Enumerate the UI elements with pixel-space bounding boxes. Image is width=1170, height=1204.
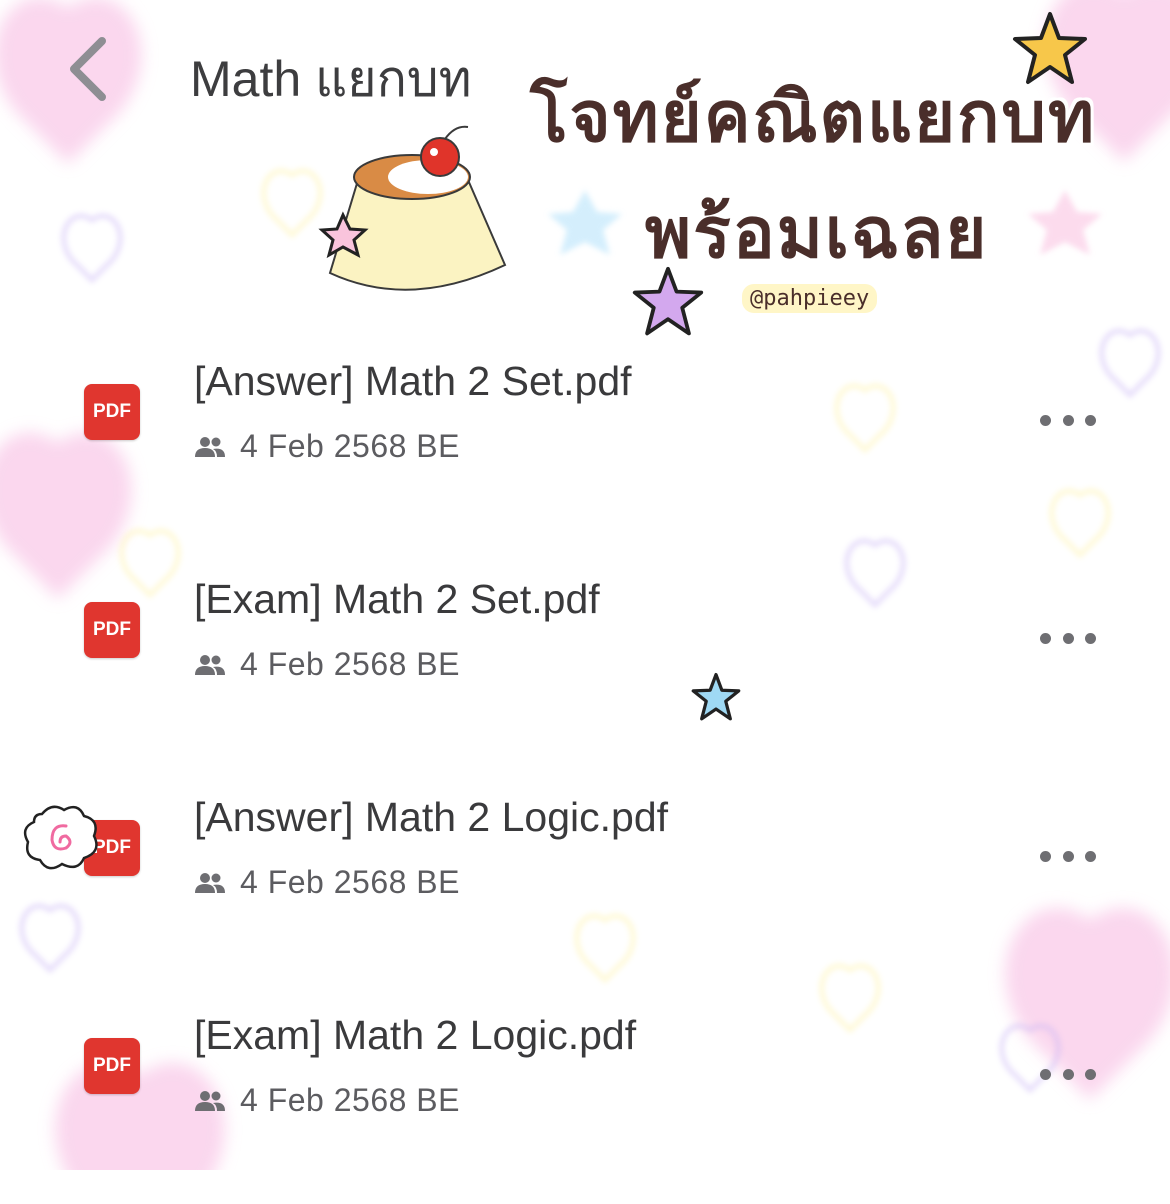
people-icon xyxy=(195,872,225,893)
file-name: [Answer] Math 2 Set.pdf xyxy=(194,358,632,404)
file-meta: 4 Feb 2568 BE xyxy=(194,1082,460,1119)
dot xyxy=(1040,632,1051,644)
back-button[interactable] xyxy=(58,36,118,102)
pdf-file-icon: PDF xyxy=(84,820,140,876)
pdf-file-icon: PDF xyxy=(84,1038,140,1094)
dot xyxy=(1040,1068,1051,1080)
dot xyxy=(1062,1068,1074,1080)
more-options-button[interactable] xyxy=(1040,623,1096,653)
dot xyxy=(1040,414,1051,426)
dot xyxy=(1062,414,1074,426)
dot xyxy=(1085,632,1096,644)
page-title: Math แยกบท xyxy=(190,51,472,107)
more-options-button[interactable] xyxy=(1040,1059,1096,1089)
file-date: 4 Feb 2568 BE xyxy=(240,864,460,900)
people-icon xyxy=(195,654,225,675)
dot xyxy=(1085,850,1096,862)
sticker-subheadline: พร้อมเฉลย xyxy=(645,192,989,274)
star-icon xyxy=(632,266,704,336)
pudding-sticker-icon xyxy=(318,125,507,291)
file-row[interactable]: PDF [Answer] Math 2 Set.pdf 4 Feb 2568 B… xyxy=(0,350,1170,550)
sticker-headline: โจทย์คณิตแยกบท xyxy=(530,76,1097,158)
more-options-button[interactable] xyxy=(1040,405,1096,435)
file-meta: 4 Feb 2568 BE xyxy=(194,864,460,901)
file-name: [Answer] Math 2 Logic.pdf xyxy=(194,794,669,840)
pdf-file-icon: PDF xyxy=(84,602,140,658)
dot xyxy=(1062,632,1074,644)
dot xyxy=(1085,414,1096,426)
file-date: 4 Feb 2568 BE xyxy=(240,428,460,464)
sticker-handle: @pahpieey xyxy=(742,284,878,313)
chevron-left-icon xyxy=(70,37,106,101)
file-name: [Exam] Math 2 Set.pdf xyxy=(194,576,600,622)
file-date: 4 Feb 2568 BE xyxy=(240,646,460,682)
dot xyxy=(1085,1068,1096,1080)
pdf-file-icon: PDF xyxy=(84,384,140,440)
file-date: 4 Feb 2568 BE xyxy=(240,1082,460,1118)
people-icon xyxy=(195,436,225,457)
file-name: [Exam] Math 2 Logic.pdf xyxy=(194,1012,637,1058)
people-icon xyxy=(195,1090,225,1111)
file-row[interactable]: PDF [Answer] Math 2 Logic.pdf 4 Feb 2568… xyxy=(0,786,1170,986)
dot xyxy=(1040,850,1051,862)
file-meta: 4 Feb 2568 BE xyxy=(194,428,460,465)
more-options-button[interactable] xyxy=(1040,841,1096,871)
file-row[interactable]: PDF [Exam] Math 2 Set.pdf 4 Feb 2568 BE xyxy=(0,568,1170,768)
dot xyxy=(1062,850,1074,862)
file-meta: 4 Feb 2568 BE xyxy=(194,646,460,683)
file-row[interactable]: PDF [Exam] Math 2 Logic.pdf 4 Feb 2568 B… xyxy=(0,1004,1170,1204)
